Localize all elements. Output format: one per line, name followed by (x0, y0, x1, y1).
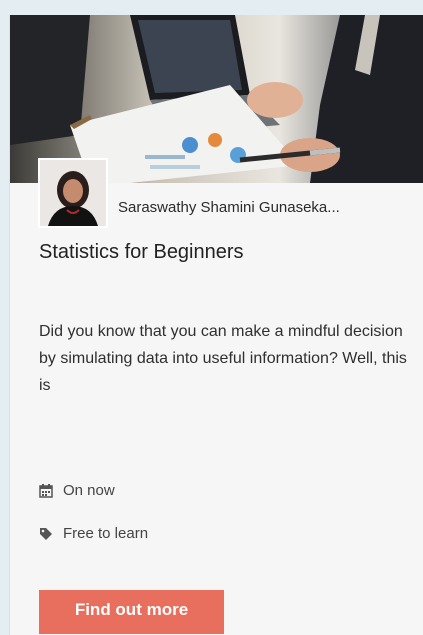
find-out-more-button[interactable]: Find out more (39, 590, 224, 634)
author-photo (40, 160, 106, 226)
status-label: On now (63, 482, 115, 499)
price-label: Free to learn (63, 525, 149, 542)
course-title[interactable]: Statistics for Beginners (39, 241, 244, 264)
calendar-icon (39, 483, 53, 498)
course-card[interactable]: Saraswathy Shamini Gunaseka... Statistic… (9, 15, 423, 635)
course-price: Free to learn (39, 525, 148, 542)
course-status: On now (39, 482, 115, 499)
author-avatar (38, 158, 108, 228)
course-description: Did you know that you can make a mindful… (39, 323, 407, 394)
author-name[interactable]: Saraswathy Shamini Gunaseka... (118, 199, 340, 216)
tag-icon (39, 527, 53, 541)
